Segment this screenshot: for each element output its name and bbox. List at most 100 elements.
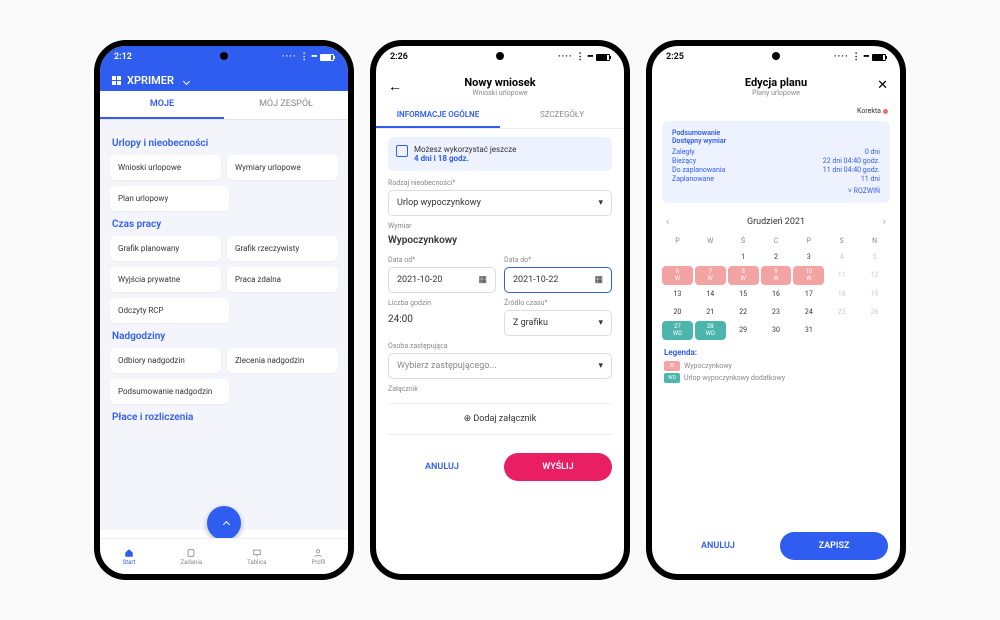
save-button[interactable]: ZAPISZ	[780, 532, 888, 560]
calendar-day[interactable]: 22	[728, 303, 759, 321]
phone-new-request: 2:26 ····⋮╍ ← Nowy wniosek Wnioski urlop…	[370, 40, 630, 580]
home-scroll[interactable]: Urlopy i nieobecności Wnioski urlopowe W…	[100, 120, 348, 530]
info-note: Możesz wykorzystać jeszcze 4 dni i 18 go…	[388, 137, 612, 171]
tab-moj-zespol[interactable]: MÓJ ZESPÓŁ	[224, 91, 348, 119]
calendar-day[interactable]: 31	[793, 321, 824, 340]
nav-tablica[interactable]: Tablica	[247, 548, 266, 566]
label: Liczba godzin	[388, 299, 496, 307]
label: Wymiar	[388, 222, 612, 230]
action-buttons: ANULUJ ZAPISZ	[652, 522, 900, 570]
substitute-select[interactable]: Wybierz zastępującego...▾	[388, 353, 612, 379]
calendar-day[interactable]: 8W	[728, 266, 759, 285]
tile[interactable]: Praca zdalna	[227, 267, 338, 292]
back-button[interactable]: ←	[388, 78, 402, 95]
date-from-input[interactable]: 2021-10-20▦	[388, 267, 496, 293]
tile[interactable]: Odbiory nadgodzin	[110, 348, 221, 373]
tile[interactable]: Grafik rzeczywisty	[227, 236, 338, 261]
page-header: ← Nowy wniosek Wnioski urlopowe	[376, 68, 624, 103]
calendar-day[interactable]: 30	[761, 321, 792, 340]
calendar-day[interactable]: 7W	[695, 266, 726, 285]
page-header: Edycja planu Plany urlopowe ✕	[652, 68, 900, 103]
tile[interactable]: Odczyty RCP	[110, 298, 229, 323]
fab-button[interactable]	[207, 506, 241, 540]
tile[interactable]: Podsumowanie nadgodzin	[110, 379, 229, 404]
tile[interactable]: Wymiary urlopowe	[227, 155, 338, 180]
tab-details[interactable]: SZCZEGÓŁY	[500, 103, 624, 128]
date-to-input[interactable]: 2021-10-22▦	[504, 267, 612, 293]
month-label: Grudzień 2021	[747, 217, 805, 227]
app-bar: XPRIMER	[100, 68, 348, 91]
label: Data do*	[504, 256, 612, 264]
calendar-day[interactable]: 20	[662, 303, 693, 321]
form-tabs: INFORMACJE OGÓLNE SZCZEGÓŁY	[376, 103, 624, 129]
dimension-value: Wypoczynkowy	[388, 233, 612, 250]
tab-info[interactable]: INFORMACJE OGÓLNE	[376, 103, 500, 128]
calendar-day[interactable]: 23	[761, 303, 792, 321]
brand-chevron-down-icon[interactable]	[180, 74, 189, 87]
form-body: Możesz wykorzystać jeszcze 4 dni i 18 go…	[376, 129, 624, 443]
calendar-day[interactable]: 17	[793, 285, 824, 303]
app-grid-icon[interactable]	[112, 76, 121, 85]
nav-zadania[interactable]: Zadania	[181, 548, 203, 566]
calendar-day[interactable]: 13	[662, 285, 693, 303]
camera-notch	[772, 52, 780, 60]
tile[interactable]: Wnioski urlopowe	[110, 155, 221, 180]
calendar-day[interactable]: 16	[761, 285, 792, 303]
legend: Legenda: WWypoczynkowy WDUrlop wypoczynk…	[652, 340, 900, 393]
calendar: PWŚCPSN 12345 6W7W8W9W10W1112 1314151617…	[652, 234, 900, 340]
korekta-badge: Korekta	[652, 103, 900, 115]
expand-button[interactable]: ˅ ROZWIŃ	[672, 187, 880, 195]
page-subtitle: Wnioski urlopowe	[388, 89, 612, 97]
calendar-day[interactable]: 24	[793, 303, 824, 321]
brand-name: XPRIMER	[127, 74, 174, 87]
nav-profil[interactable]: Profil	[311, 548, 325, 566]
main-tabs: MOJE MÓJ ZESPÓŁ	[100, 91, 348, 120]
prev-month-button[interactable]: ‹	[666, 215, 669, 228]
cancel-button[interactable]: ANULUJ	[664, 532, 772, 560]
calendar-day[interactable]: 28WD	[695, 321, 726, 340]
legend-swatch: W	[664, 361, 680, 371]
calendar-day[interactable]: 21	[695, 303, 726, 321]
bottom-nav: Start Zadania Tablica Profil	[100, 538, 348, 574]
phone-edit-plan: 2:25 ····⋮╍ Edycja planu Plany urlopowe …	[646, 40, 906, 580]
tile[interactable]: Wyjścia prywatne	[110, 267, 221, 292]
label: Rodzaj nieobecności*	[388, 179, 612, 187]
status-icons: ····⋮╍	[834, 52, 886, 62]
calendar-icon: ▦	[594, 275, 603, 285]
page-title: Nowy wniosek	[388, 76, 612, 89]
clock: 2:25	[666, 52, 684, 62]
calendar-day[interactable]: 14	[695, 285, 726, 303]
calendar-day[interactable]: 6W	[662, 266, 693, 285]
close-button[interactable]: ✕	[877, 78, 888, 93]
label: Osoba zastępująca	[388, 342, 612, 350]
nav-start[interactable]: Start	[123, 548, 136, 566]
tile[interactable]: Plan urlopowy	[110, 186, 229, 211]
calendar-icon	[396, 145, 408, 157]
tile[interactable]: Zlecenia nadgodzin	[227, 348, 338, 373]
calendar-nav: ‹ Grudzień 2021 ›	[652, 209, 900, 234]
summary-card: Podsumowanie Dostępny wymiar Zaległy0 dn…	[662, 121, 890, 203]
calendar-day[interactable]: 29	[728, 321, 759, 340]
status-icons: ····⋮╍	[558, 52, 610, 62]
next-month-button[interactable]: ›	[883, 215, 886, 228]
cancel-button[interactable]: ANULUJ	[388, 453, 496, 481]
absence-type-select[interactable]: Urlop wypoczynkowy▾	[388, 190, 612, 216]
hours-value: 24:00	[388, 310, 496, 329]
add-attachment-button[interactable]: ⊕ Dodaj załącznik	[388, 403, 612, 435]
camera-notch	[220, 52, 228, 60]
calendar-day[interactable]: 15	[728, 285, 759, 303]
section-header: Płace i rozliczenia	[112, 412, 336, 423]
calendar-day[interactable]: 10W	[793, 266, 824, 285]
label: Data od*	[388, 256, 496, 264]
tab-moje[interactable]: MOJE	[100, 91, 224, 119]
time-source-select[interactable]: Z grafiku▾	[504, 310, 612, 336]
label: Źródło czasu*	[504, 299, 612, 307]
calendar-day[interactable]: 27WD	[662, 321, 693, 340]
page-title: Edycja planu	[664, 76, 888, 89]
section-header: Czas pracy	[112, 219, 336, 230]
submit-button[interactable]: WYŚLIJ	[504, 453, 612, 481]
phone-home: 2:12 ····⋮╍ XPRIMER MOJE MÓJ ZESPÓŁ Urlo…	[94, 40, 354, 580]
tile[interactable]: Grafik planowany	[110, 236, 221, 261]
section-header: Urlopy i nieobecności	[112, 138, 336, 149]
calendar-day[interactable]: 9W	[761, 266, 792, 285]
